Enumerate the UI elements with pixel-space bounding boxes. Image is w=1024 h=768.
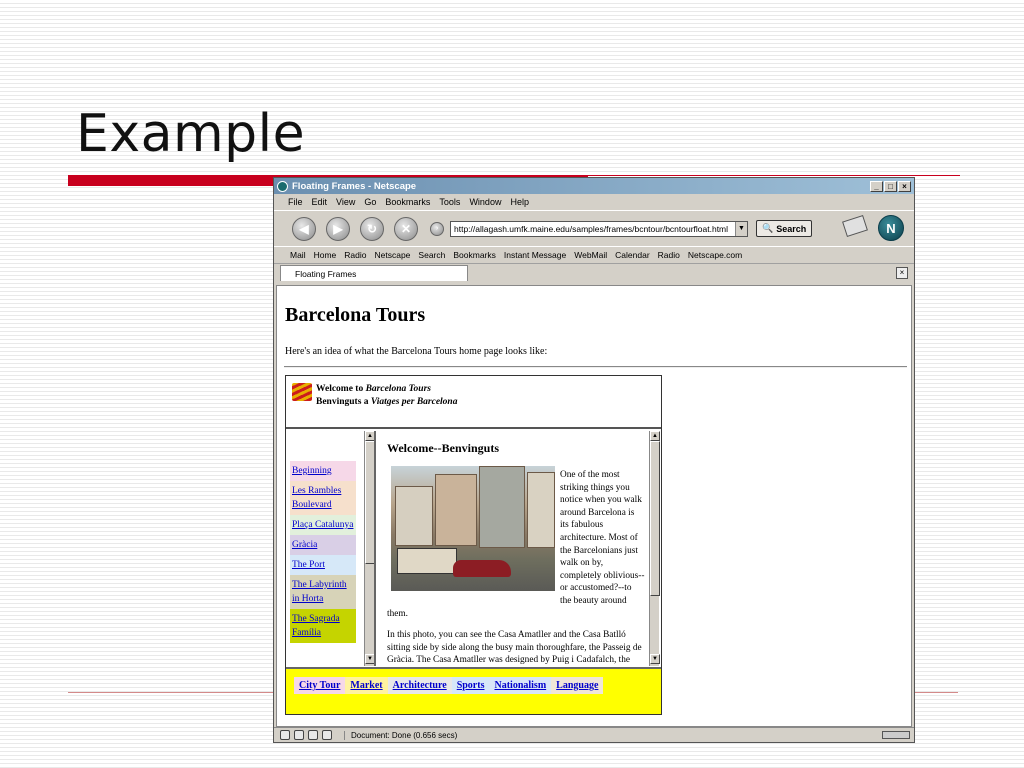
bottom-nav-link[interactable]: City Tour [294,677,346,694]
catalan-flag-icon [292,383,312,401]
page-heading: Barcelona Tours [285,304,426,326]
menu-help[interactable]: Help [510,197,529,207]
slide-title: Example [76,104,306,164]
page-content: Barcelona Tours Here's an idea of what t… [276,285,912,727]
window-title: Floating Frames - Netscape [292,180,417,192]
tab-bar: Floating Frames × [274,263,914,281]
menu-tools[interactable]: Tools [439,197,460,207]
bar-item-netscape[interactable]: Netscape [375,250,411,260]
search-icon: 🔍 [762,223,774,233]
navigation-toolbar: ◀ ▶ ↻ ✕ › http://allagash.umfk.maine.edu… [274,210,914,246]
bottom-nav-link[interactable]: Architecture [387,677,452,694]
bar-item-radio[interactable]: Radio [344,250,366,260]
main-frame-scrollbar[interactable]: ▲ ▼ [649,431,660,666]
close-button[interactable]: × [898,180,911,192]
welcome-name: Barcelona Tours [365,384,431,394]
scroll-thumb[interactable] [365,441,374,564]
nav-link[interactable]: Les Rambles Boulevard [290,481,356,515]
bar-item-netscape-com[interactable]: Netscape.com [688,250,742,260]
nav-link[interactable]: Gràcia [290,535,356,555]
composer-icon[interactable] [308,730,318,740]
search-button[interactable]: 🔍 Search [756,220,813,237]
bottom-nav-link[interactable]: Market [345,677,388,694]
back-icon[interactable]: ◀ [292,216,316,241]
menu-file[interactable]: File [288,197,303,207]
menu-view[interactable]: View [336,197,355,207]
bar-item-radio-2[interactable]: Radio [658,250,680,260]
url-field[interactable]: http://allagash.umfk.maine.edu/samples/f… [450,220,748,237]
search-label: Search [776,223,807,234]
maximize-button[interactable]: □ [884,180,897,192]
bottom-nav-link[interactable]: Language [551,677,604,694]
minimize-button[interactable]: _ [870,180,883,192]
bar-item-home[interactable]: Home [314,250,337,260]
nav-link[interactable]: The Sagrada Família [290,609,356,643]
tab-floating-frames[interactable]: Floating Frames [280,265,468,281]
url-text: http://allagash.umfk.maine.edu/samples/f… [454,223,729,234]
menu-window[interactable]: Window [469,197,501,207]
nav-link-list: Beginning Les Rambles Boulevard Plaça Cata… [290,461,356,643]
demo-nav-frame: Beginning Les Rambles Boulevard Plaça Cata… [286,431,376,666]
stop-icon[interactable]: ✕ [394,216,418,241]
demo-frameset: Welcome to Barcelona Tours Benvinguts a … [285,375,662,715]
demo-header-frame: Welcome to Barcelona Tours Benvinguts a … [286,376,661,429]
scroll-down-icon[interactable]: ▼ [650,654,660,664]
menu-edit[interactable]: Edit [312,197,328,207]
bar-item-calendar[interactable]: Calendar [615,250,650,260]
scroll-thumb[interactable] [650,441,660,596]
scroll-down-icon[interactable]: ▼ [365,654,374,664]
bottom-link-list: City Tour Market Architecture Sports Nationa… [294,677,604,694]
main-heading: Welcome--Benvinguts [387,441,499,455]
demo-main-frame: Welcome--Benvinguts One of the most stri… [378,431,661,666]
page-intro: Here's an idea of what the Barcelona Tou… [285,346,548,357]
bar-item-bookmarks[interactable]: Bookmarks [453,250,496,260]
nav-link[interactable]: The Labyrinth in Horta [290,575,356,609]
menu-go[interactable]: Go [364,197,376,207]
bottom-nav-link[interactable]: Nationalism [489,677,552,694]
go-icon[interactable]: › [430,221,444,236]
scroll-up-icon[interactable]: ▲ [365,431,374,441]
bar-item-instant-message[interactable]: Instant Message [504,250,566,260]
menubar: File Edit View Go Bookmarks Tools Window… [274,194,914,210]
benv-prefix: Benvinguts a [316,397,371,407]
bar-item-mail[interactable]: Mail [290,250,306,260]
netscape-app-icon [277,180,288,192]
status-bar: Document: Done (0.656 secs) [274,727,914,742]
address-book-icon[interactable] [322,730,332,740]
nav-frame-scrollbar[interactable]: ▲ ▼ [364,431,374,666]
scroll-up-icon[interactable]: ▲ [650,431,660,441]
page-divider [284,366,907,368]
title-rule-thin [588,175,960,176]
mail-icon[interactable] [294,730,304,740]
nav-link[interactable]: The Port [290,555,356,575]
url-dropdown-icon[interactable]: ▼ [735,221,747,236]
demo-welcome: Welcome to Barcelona Tours Benvinguts a … [316,383,457,409]
reload-icon[interactable]: ↻ [360,216,384,241]
tab-close-icon[interactable]: × [896,267,908,279]
titlebar: Floating Frames - Netscape _ □ × [274,178,914,194]
menu-bookmarks[interactable]: Bookmarks [385,197,430,207]
main-text: One of the most striking things you noti… [387,469,645,666]
tab-label: Floating Frames [295,268,357,279]
nav-link[interactable]: Plaça Catalunya [290,515,356,535]
benv-name: Viatges per Barcelona [370,397,458,407]
nav-link[interactable]: Beginning [290,461,356,481]
personal-toolbar: Mail Home Radio Netscape Search Bookmark… [274,246,914,263]
status-text: Document: Done (0.656 secs) [344,730,457,740]
netscape-throbber-icon[interactable]: N [878,215,904,241]
welcome-prefix: Welcome to [316,384,366,394]
navigator-icon[interactable] [280,730,290,740]
browser-window: Floating Frames - Netscape _ □ × File Ed… [273,177,915,743]
demo-bottom-frame: City Tour Market Architecture Sports Nationa… [286,667,661,714]
main-paragraph-2: In this photo, you can see the Casa Amat… [387,630,642,666]
forward-icon[interactable]: ▶ [326,216,350,241]
bar-item-webmail[interactable]: WebMail [574,250,607,260]
bar-item-search[interactable]: Search [418,250,445,260]
online-status-icon [882,731,910,739]
bottom-nav-link[interactable]: Sports [451,677,490,694]
